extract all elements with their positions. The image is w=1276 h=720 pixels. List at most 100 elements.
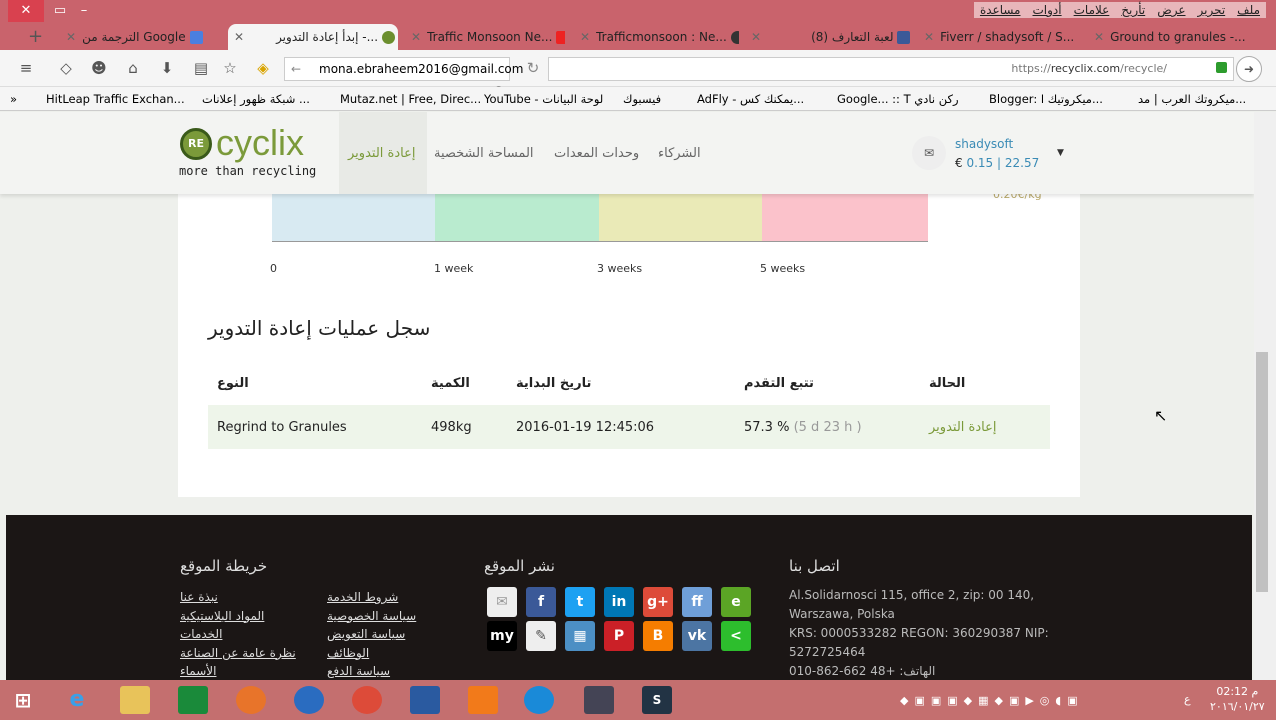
friendfeed-share-icon[interactable]: ff bbox=[682, 587, 712, 617]
close-tab-icon[interactable]: ✕ bbox=[1094, 30, 1104, 44]
start-windows-icon[interactable]: ⊞ bbox=[8, 686, 38, 714]
bookmark-item[interactable]: Blogger: ميكروتيك ا... bbox=[989, 87, 1103, 111]
close-tab-icon[interactable]: ✕ bbox=[66, 30, 76, 44]
googleplus-share-icon[interactable]: g+ bbox=[643, 587, 673, 617]
bookmarks-overflow-icon[interactable]: » bbox=[10, 87, 17, 111]
footer-link[interactable]: سياسة الخصوصية bbox=[327, 607, 416, 626]
close-tab-icon[interactable]: ✕ bbox=[751, 30, 761, 44]
delicious-share-icon[interactable]: ▦ bbox=[565, 621, 595, 651]
user-dropdown-caret-icon[interactable]: ▼ bbox=[1057, 148, 1064, 158]
pinterest-share-icon[interactable]: P bbox=[604, 621, 634, 651]
new-tab-button[interactable]: + bbox=[28, 24, 48, 50]
close-tab-icon[interactable]: ✕ bbox=[924, 30, 934, 44]
chrome-icon[interactable] bbox=[352, 686, 382, 714]
firefox-icon[interactable] bbox=[236, 686, 266, 714]
menu-bookmarks[interactable]: علامات bbox=[1074, 3, 1110, 17]
nav-partners[interactable]: الشركاء bbox=[658, 146, 701, 161]
blogger-share-icon[interactable]: B bbox=[643, 621, 673, 651]
url-bar[interactable]: https://recyclix.com/recycle/ bbox=[548, 57, 1234, 81]
nav-personal-space[interactable]: المساحة الشخصية bbox=[434, 146, 534, 161]
close-tab-icon[interactable]: ✕ bbox=[580, 30, 590, 44]
nav-equipment-units[interactable]: وحدات المعدات bbox=[554, 146, 639, 161]
myspace-share-icon[interactable]: my bbox=[487, 621, 517, 651]
footer-link[interactable]: سياسة الدفع bbox=[327, 662, 416, 680]
back-arrow-icon[interactable]: ← bbox=[291, 58, 301, 80]
go-arrow-icon[interactable]: ➜ bbox=[1236, 56, 1262, 82]
messages-envelope-icon[interactable]: ✉ bbox=[912, 136, 946, 170]
facebook-share-icon[interactable]: f bbox=[526, 587, 556, 617]
tab-fiverr[interactable]: ✕ Fiverr / shadysoft / S... bbox=[918, 24, 1078, 50]
vk-share-icon[interactable]: vk bbox=[682, 621, 712, 651]
menu-file[interactable]: ملف bbox=[1237, 3, 1260, 17]
clipboard-icon[interactable]: ▤ bbox=[191, 58, 211, 78]
close-tab-icon[interactable]: ✕ bbox=[234, 30, 244, 44]
search-input[interactable]: ←mona.ebraheem2016@gmail.com⚲ bbox=[284, 57, 523, 98]
menu-tools[interactable]: أدوات bbox=[1033, 3, 1062, 17]
tab-traffic-monsoon[interactable]: ✕ Traffic Monsoon Ne... bbox=[405, 24, 565, 50]
footer-link[interactable]: الأسماء bbox=[180, 662, 296, 680]
input-language[interactable]: ع bbox=[1184, 693, 1191, 706]
menu-edit[interactable]: تحرير bbox=[1198, 3, 1226, 17]
bookmark-star-icon[interactable]: ☆ bbox=[220, 58, 240, 78]
app-icon[interactable] bbox=[294, 686, 324, 714]
bookmark-item[interactable]: YouTube - لوحة البيانات bbox=[484, 87, 603, 111]
tab-facebook-game[interactable]: ✕ (8) لعبة التعارف bbox=[745, 24, 910, 50]
network-tool-icon[interactable] bbox=[584, 686, 614, 714]
download-icon[interactable]: ⬇ bbox=[157, 58, 177, 78]
internet-explorer-icon[interactable]: e bbox=[62, 686, 92, 714]
minimize-button[interactable]: – bbox=[66, 0, 102, 22]
col-progress: تتبع التقدم bbox=[744, 376, 814, 391]
home-icon[interactable]: ⌂ bbox=[123, 58, 143, 78]
logo-text[interactable]: cyclix bbox=[216, 122, 304, 164]
extension-icon[interactable]: ◈ bbox=[253, 58, 273, 78]
footer-link[interactable]: المواد البلاستيكية bbox=[180, 607, 296, 626]
close-window-button[interactable]: ✕ bbox=[8, 0, 44, 22]
shield-icon[interactable]: ◇ bbox=[56, 58, 76, 78]
tab-google-translate[interactable]: ✕ الترجمة من Google bbox=[60, 24, 225, 50]
username[interactable]: shadysoft bbox=[955, 137, 1013, 151]
reload-icon[interactable]: ↻ bbox=[523, 58, 543, 78]
tab-trafficmonsoon[interactable]: ✕ Trafficmonsoon : Ne... bbox=[574, 24, 739, 50]
system-tray-icons[interactable]: ◆▣▣▣◆▦◆▣▶◎◖▣ bbox=[900, 694, 1160, 708]
teamviewer-icon[interactable] bbox=[524, 686, 554, 714]
footer-link[interactable]: الخدمات bbox=[180, 625, 296, 644]
bookmark-item[interactable]: ميكروتك العرب | مد... bbox=[1138, 87, 1246, 111]
bookmark-item[interactable]: فيسبوك bbox=[623, 87, 661, 111]
bookmarks-bar: » HitLeap Traffic Exchan... شبكة ظهور إع… bbox=[0, 87, 1276, 111]
cell-status[interactable]: إعادة التدوير bbox=[929, 420, 996, 435]
evernote-share-icon[interactable]: e bbox=[721, 587, 751, 617]
bookmark-item[interactable]: Google... :: T ركن نادي bbox=[837, 87, 959, 111]
smiley-icon[interactable]: ☻ bbox=[89, 58, 109, 78]
bookmark-item[interactable]: HitLeap Traffic Exchan... bbox=[46, 87, 185, 111]
bookmark-item[interactable]: AdFly - يمكنك كس... bbox=[697, 87, 804, 111]
scrollbar-thumb[interactable] bbox=[1256, 352, 1268, 592]
footer-link[interactable]: شروط الخدمة bbox=[327, 588, 416, 607]
bookmark-item[interactable]: Mutaz.net | Free, Direc... bbox=[340, 87, 481, 111]
nav-recycle[interactable]: إعادة التدوير bbox=[348, 146, 415, 161]
footer-link[interactable]: نبذة عنا bbox=[180, 588, 296, 607]
close-tab-icon[interactable]: ✕ bbox=[411, 30, 421, 44]
clock[interactable]: 02:12 م ٢٠١٦/٠١/٢٧ bbox=[1210, 684, 1265, 714]
menu-help[interactable]: مساعدة bbox=[980, 3, 1021, 17]
xampp-icon[interactable] bbox=[468, 686, 498, 714]
hamburger-menu-icon[interactable]: ≡ bbox=[16, 58, 36, 78]
screen-recorder-icon[interactable]: S bbox=[642, 686, 672, 714]
share-icon[interactable]: < bbox=[721, 621, 751, 651]
timeline-band-3 bbox=[762, 194, 928, 241]
file-explorer-icon[interactable] bbox=[120, 686, 150, 714]
bookmark-item[interactable]: شبكة ظهور إعلانات ... bbox=[202, 87, 310, 111]
email-share-icon[interactable]: ✉ bbox=[487, 587, 517, 617]
remote-desktop-icon[interactable] bbox=[410, 686, 440, 714]
cell-start-date: 2016-01-19 12:45:06 bbox=[516, 420, 655, 435]
menu-view[interactable]: عرض bbox=[1157, 3, 1185, 17]
linkedin-share-icon[interactable]: in bbox=[604, 587, 634, 617]
twitter-share-icon[interactable]: t bbox=[565, 587, 595, 617]
tab-gmail[interactable]: ✕ Ground to granules -... bbox=[1088, 24, 1248, 50]
footer-link[interactable]: الوظائف bbox=[327, 644, 416, 663]
footer-link[interactable]: سياسة التعويض bbox=[327, 625, 416, 644]
menu-history[interactable]: تأريخ bbox=[1121, 3, 1145, 17]
tab-recycle[interactable]: ✕ إبدأ إعادة التدوير -... bbox=[228, 24, 398, 50]
footer-link[interactable]: نظرة عامة عن الصناعة bbox=[180, 644, 296, 663]
edit-share-icon[interactable]: ✎ bbox=[526, 621, 556, 651]
store-icon[interactable] bbox=[178, 686, 208, 714]
